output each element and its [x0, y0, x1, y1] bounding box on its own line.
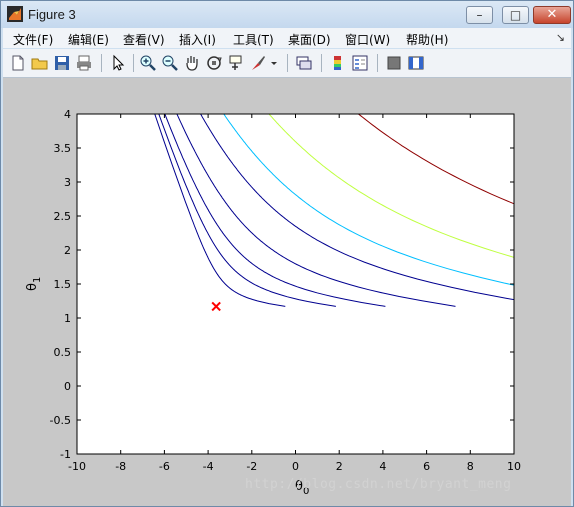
close-button[interactable]: ✕ — [533, 6, 571, 24]
plot-axes-background — [77, 114, 514, 454]
y-tick-label: 0.5 — [54, 346, 72, 359]
x-tick-label: 4 — [379, 460, 386, 473]
x-tick-label: -2 — [246, 460, 257, 473]
toolbar-separator — [287, 54, 288, 72]
y-tick-label: 2 — [64, 244, 71, 257]
y-tick-label: 1 — [64, 312, 71, 325]
zoom-out-icon[interactable] — [161, 54, 179, 72]
x-tick-label: 10 — [507, 460, 521, 473]
brush-icon[interactable] — [249, 54, 267, 72]
x-tick-label: -4 — [203, 460, 214, 473]
matlab-logo-icon — [7, 6, 23, 22]
menu-edit[interactable]: 编辑(E) — [68, 31, 109, 48]
rotate-3d-icon[interactable] — [205, 54, 223, 72]
menu-desktop[interactable]: 桌面(D) — [288, 31, 331, 48]
figure-canvas[interactable]: -10 -8 -6 -4 -2 0 2 4 6 8 10 -1 -0.5 0 0.5 1 1.5 2 2.5 3 3.5… — [3, 78, 571, 506]
legend-icon[interactable] — [351, 54, 369, 72]
zoom-in-icon[interactable] — [139, 54, 157, 72]
toolbar-separator — [321, 54, 322, 72]
menu-window[interactable]: 窗口(W) — [345, 31, 390, 48]
show-plot-tools-icon[interactable] — [407, 54, 425, 72]
figure-toolbar — [3, 49, 571, 78]
window-title: Figure 3 — [28, 7, 76, 22]
y-tick-label: 0 — [64, 380, 71, 393]
menu-help[interactable]: 帮助(H) — [406, 31, 448, 48]
title-bar[interactable]: Figure 3 – □ ✕ — [1, 1, 573, 28]
link-plot-icon[interactable] — [295, 54, 313, 72]
menu-tools[interactable]: 工具(T) — [233, 31, 274, 48]
maximize-button[interactable]: □ — [502, 6, 529, 24]
y-tick-label: 3.5 — [54, 142, 72, 155]
minimize-icon: – — [476, 8, 483, 22]
data-cursor-icon[interactable] — [227, 54, 245, 72]
y-tick-label: 3 — [64, 176, 71, 189]
hide-plot-tools-icon[interactable] — [385, 54, 403, 72]
x-tick-label: -10 — [68, 460, 86, 473]
y-tick-label: 4 — [64, 108, 71, 121]
y-axis-label: θ1 — [25, 277, 43, 291]
y-tick-label: -0.5 — [50, 414, 71, 427]
figure-window: Figure 3 – □ ✕ 文件(F) 编辑(E) 查看(V) 插入(I) 工… — [0, 0, 574, 507]
minimize-button[interactable]: – — [466, 6, 493, 24]
colorbar-icon[interactable] — [329, 54, 347, 72]
menu-overflow-icon[interactable]: ↘ — [556, 31, 565, 44]
menu-view[interactable]: 查看(V) — [123, 31, 165, 48]
x-tick-label: 2 — [336, 460, 343, 473]
brush-dropdown-icon[interactable] — [269, 54, 279, 72]
contour-plot[interactable]: -10 -8 -6 -4 -2 0 2 4 6 8 10 -1 -0.5 0 0.5 1 1.5 2 2.5 3 3.5… — [3, 78, 571, 506]
save-icon[interactable] — [53, 54, 71, 72]
toolbar-separator — [377, 54, 378, 72]
close-icon: ✕ — [546, 7, 558, 22]
open-file-icon[interactable] — [31, 54, 49, 72]
x-tick-label: -6 — [159, 460, 170, 473]
watermark-text: http://blog.csdn.net/bryant_meng — [245, 477, 512, 492]
new-figure-icon[interactable] — [9, 54, 27, 72]
menu-file[interactable]: 文件(F) — [13, 31, 53, 48]
x-tick-label: 8 — [467, 460, 474, 473]
x-tick-label: 0 — [292, 460, 299, 473]
toolbar-separator — [133, 54, 134, 72]
y-tick-label: 2.5 — [54, 210, 72, 223]
menu-bar: 文件(F) 编辑(E) 查看(V) 插入(I) 工具(T) 桌面(D) 窗口(W… — [3, 28, 571, 48]
x-tick-label: -8 — [115, 460, 126, 473]
toolbar-separator — [101, 54, 102, 72]
y-tick-label: -1 — [60, 448, 71, 461]
menu-insert[interactable]: 插入(I) — [179, 31, 216, 48]
print-icon[interactable] — [75, 54, 93, 72]
y-tick-label: 1.5 — [54, 278, 72, 291]
pan-hand-icon[interactable] — [183, 54, 201, 72]
x-tick-label: 6 — [423, 460, 430, 473]
maximize-icon: □ — [509, 8, 522, 22]
pointer-icon[interactable] — [109, 54, 127, 72]
